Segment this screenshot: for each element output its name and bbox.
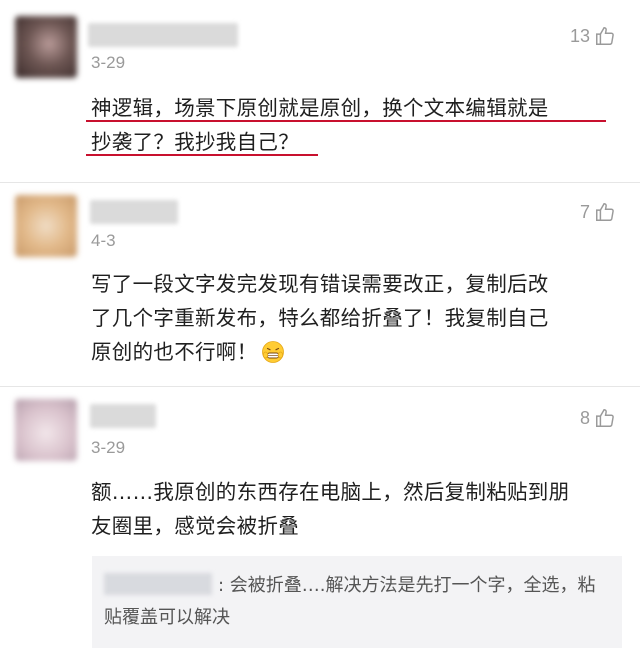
like-button[interactable]: 8	[580, 407, 616, 429]
comment-date: 3-29	[91, 53, 126, 72]
highlight-underline	[86, 120, 606, 122]
highlight-underline	[86, 154, 318, 156]
comment-text-line: 友圈里，感觉会被折叠	[91, 514, 299, 538]
reply-block[interactable]: : 会被折叠….解决方法是先打一个字，全选，粘贴覆盖可以解决	[92, 556, 622, 648]
comment-text: 额……我原创的东西存在电脑上，然后复制粘贴到朋 友圈里，感觉会被折叠	[91, 475, 621, 543]
reply-text: : 会被折叠….解决方法是先打一个字，全选，粘贴覆盖可以解决	[104, 575, 596, 628]
avatar[interactable]	[15, 195, 77, 257]
username-redacted[interactable]	[88, 23, 238, 47]
comment-item: 3-29 13 神逻辑，场景下原创就是原创，换个文本编辑就是 抄袭了？我抄我自己…	[0, 0, 640, 180]
username-redacted[interactable]	[90, 404, 156, 428]
like-count: 7	[579, 201, 590, 222]
comment-text-line: 了几个字重新发布，特么都给折叠了！我复制自己	[91, 306, 549, 330]
thumbs-up-icon	[596, 203, 614, 221]
comment-text-line: 原创的也不行啊！	[91, 335, 621, 369]
username-redacted[interactable]	[90, 200, 178, 224]
grimace-emoji-icon	[262, 341, 285, 363]
like-count: 13	[569, 25, 590, 46]
comment-text-line: 额……我原创的东西存在电脑上，然后复制粘贴到朋	[91, 480, 570, 504]
comment-date: 4-3	[91, 231, 116, 250]
like-count: 8	[579, 407, 590, 428]
like-button[interactable]: 7	[580, 201, 616, 223]
comment-text: 神逻辑，场景下原创就是原创，换个文本编辑就是 抄袭了？我抄我自己？	[91, 91, 621, 159]
avatar[interactable]	[15, 16, 77, 78]
thumbs-up-icon	[596, 27, 614, 45]
like-button[interactable]: 13	[570, 25, 616, 47]
avatar[interactable]	[15, 399, 77, 461]
thumbs-up-icon	[596, 409, 614, 427]
comment-date: 3-29	[91, 438, 126, 457]
comment-item: 4-3 7 写了一段文字发完发现有错误需要改正，复制后改 了几个字重新发布，特么…	[0, 183, 640, 383]
comment-text: 写了一段文字发完发现有错误需要改正，复制后改 了几个字重新发布，特么都给折叠了！…	[91, 267, 621, 369]
comment-text-line: 写了一段文字发完发现有错误需要改正，复制后改	[91, 272, 549, 296]
comment-text-segment: 原创的也不行啊！	[91, 340, 258, 364]
